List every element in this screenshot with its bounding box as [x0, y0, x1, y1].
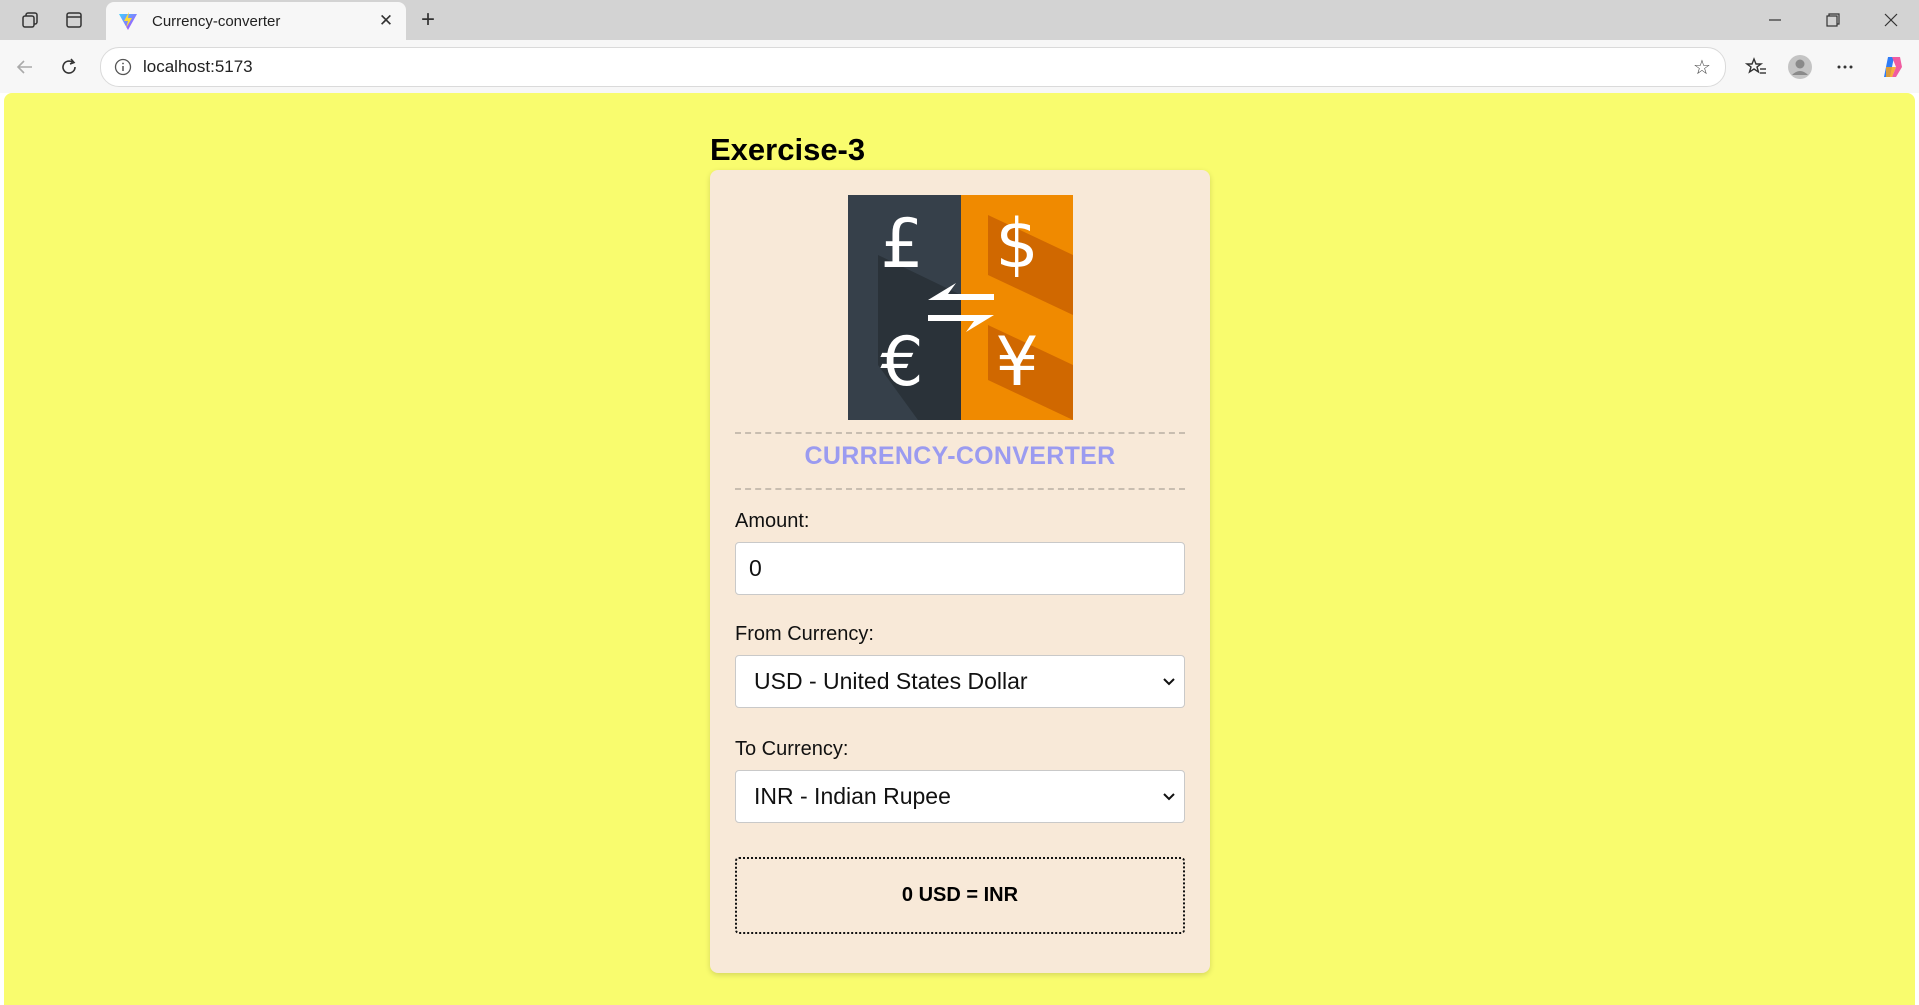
profile-avatar-icon[interactable] — [1783, 50, 1817, 84]
copilot-icon[interactable] — [1876, 50, 1910, 84]
tab-title: Currency-converter — [152, 12, 281, 30]
logo-pound-symbol: £ — [880, 205, 923, 284]
currency-exchange-logo-icon: £ $ € ¥ — [848, 195, 1073, 420]
reload-icon[interactable] — [52, 50, 86, 84]
chevron-down-icon — [1162, 675, 1176, 689]
new-tab-icon[interactable]: + — [412, 4, 444, 36]
browser-tab-active[interactable]: Currency-converter ✕ — [106, 2, 406, 40]
title-divider-top — [735, 432, 1185, 434]
vite-favicon-icon — [116, 9, 140, 33]
favorites-icon[interactable] — [1739, 50, 1773, 84]
converter-card: £ $ € ¥ CURRENCY-CONVERTER Amount: 0 Fro… — [710, 170, 1210, 973]
amount-input-value: 0 — [749, 555, 762, 581]
address-bar[interactable]: localhost:5173 ☆ — [100, 47, 1726, 87]
logo-euro-symbol: € — [880, 323, 923, 402]
logo-yen-symbol: ¥ — [995, 323, 1038, 402]
address-url: localhost:5173 — [143, 57, 253, 76]
browser-tab-bar: Currency-converter ✕ + — [0, 0, 1919, 40]
close-window-icon[interactable] — [1862, 0, 1919, 40]
page-heading: Exercise-3 — [710, 132, 866, 167]
minimize-icon[interactable] — [1746, 0, 1804, 40]
from-currency-selected: USD - United States Dollar — [754, 668, 1028, 694]
favorite-star-icon[interactable]: ☆ — [1689, 54, 1715, 80]
converter-title: CURRENCY-CONVERTER — [804, 442, 1116, 470]
to-currency-label: To Currency: — [735, 738, 849, 760]
to-currency-selected: INR - Indian Rupee — [754, 783, 951, 809]
logo-dollar-symbol: $ — [995, 205, 1038, 284]
vertical-tabs-icon[interactable] — [56, 4, 92, 36]
title-divider-bottom — [735, 488, 1185, 490]
conversion-result-text: 0 USD = INR — [901, 884, 1019, 906]
to-currency-select[interactable]: INR - Indian Rupee — [735, 770, 1185, 823]
amount-label: Amount: — [735, 510, 810, 532]
amount-input[interactable]: 0 — [735, 542, 1185, 595]
conversion-result: 0 USD = INR — [735, 857, 1185, 934]
page-viewport: Exercise-3 £ $ € ¥ CURRENCY-CONVERTER Am… — [4, 93, 1915, 1005]
from-currency-label: From Currency: — [735, 623, 874, 645]
more-options-icon[interactable] — [1828, 50, 1862, 84]
site-info-icon[interactable] — [113, 57, 133, 77]
from-currency-select[interactable]: USD - United States Dollar — [735, 655, 1185, 708]
chevron-down-icon — [1162, 790, 1176, 804]
browser-navigation-bar: localhost:5173 ☆ — [0, 40, 1919, 93]
close-tab-icon[interactable]: ✕ — [372, 7, 400, 35]
restore-icon[interactable] — [1804, 0, 1862, 40]
workspaces-icon[interactable] — [12, 4, 48, 36]
back-icon[interactable] — [8, 50, 42, 84]
